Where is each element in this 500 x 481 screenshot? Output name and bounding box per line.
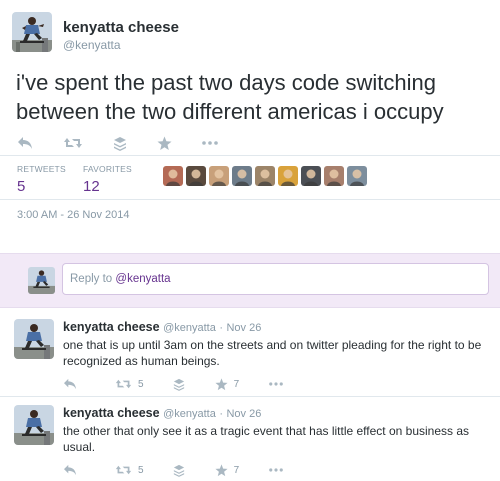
retweet-icon[interactable] [115,464,132,476]
reply-header: kenyatta cheese @kenyatta · Nov 26 [63,406,261,420]
tweet-timestamp[interactable]: 3:00 AM - 26 Nov 2014 [17,209,130,221]
stack-icon[interactable] [173,378,185,391]
reply-tweet[interactable]: kenyatta cheese @kenyatta · Nov 26 the o… [0,396,500,481]
reply-author-handle[interactable]: @kenyatta [163,408,216,420]
tweet-actions [17,134,218,152]
stack-icon[interactable] [113,136,127,151]
favoriter-avatar[interactable] [163,166,183,186]
reply-avatar[interactable] [14,405,54,445]
favorites-stat[interactable]: FAVORITES 12 [83,164,132,195]
separator-dot: · [219,322,223,334]
star-icon[interactable] [214,377,228,391]
more-icon[interactable] [269,382,283,386]
author-avatar[interactable] [12,12,52,52]
reply-icon[interactable] [63,378,77,390]
reply-icon[interactable] [63,464,77,476]
more-icon[interactable] [202,141,218,145]
reply-date[interactable]: Nov 26 [226,408,261,420]
favoriter-avatar[interactable] [347,166,367,186]
retweets-count: 5 [17,178,26,195]
reply-retweet-count: 5 [138,378,144,390]
favoriter-avatar[interactable] [232,166,252,186]
reply-header: kenyatta cheese @kenyatta · Nov 26 [63,320,261,334]
reply-author-name[interactable]: kenyatta cheese [63,320,160,334]
tweet-text: i've spent the past two days code switch… [16,70,444,124]
divider [0,199,500,200]
current-user-avatar [28,267,55,294]
favorites-label: FAVORITES [83,164,132,174]
author-name[interactable]: kenyatta cheese [63,19,179,36]
stack-icon[interactable] [173,464,185,477]
separator-dot: · [219,408,223,420]
reply-date[interactable]: Nov 26 [226,322,261,334]
reply-text: the other that only see it as a tragic e… [63,424,470,454]
reply-tweet[interactable]: kenyatta cheese @kenyatta · Nov 26 one t… [0,310,500,396]
favoriter-avatar[interactable] [278,166,298,186]
retweets-label: RETWEETS [17,164,66,174]
more-icon[interactable] [269,468,283,472]
reply-favorite-count: 7 [233,378,240,390]
reply-author-handle[interactable]: @kenyatta [163,322,216,334]
reply-prefix: Reply to [70,273,116,285]
reply-text: one that is up until 3am on the streets … [63,338,482,368]
retweet-icon[interactable] [63,136,83,150]
favorites-count: 12 [83,178,100,195]
retweets-stat[interactable]: RETWEETS 5 [17,164,66,195]
reply-author-name[interactable]: kenyatta cheese [63,406,160,420]
favoriter-avatar[interactable] [301,166,321,186]
author-handle[interactable]: @kenyatta [63,38,121,52]
reply-input[interactable]: Reply to @kenyatta [62,263,489,295]
star-icon[interactable] [157,136,172,151]
reply-actions: 5 7 [63,376,283,392]
favoriter-avatar[interactable] [324,166,344,186]
reply-mention: @kenyatta [115,273,171,285]
star-icon[interactable] [214,463,228,477]
retweet-icon[interactable] [115,378,132,390]
favoriter-avatar[interactable] [209,166,229,186]
favoriters-avatars [163,166,367,186]
reply-retweet-count: 5 [138,464,144,476]
reply-favorite-count: 7 [233,464,240,476]
reply-avatar[interactable] [14,319,54,359]
favoriter-avatar[interactable] [186,166,206,186]
reply-actions: 5 7 [63,462,283,478]
divider [0,155,500,156]
reply-icon[interactable] [17,136,33,150]
favoriter-avatar[interactable] [255,166,275,186]
